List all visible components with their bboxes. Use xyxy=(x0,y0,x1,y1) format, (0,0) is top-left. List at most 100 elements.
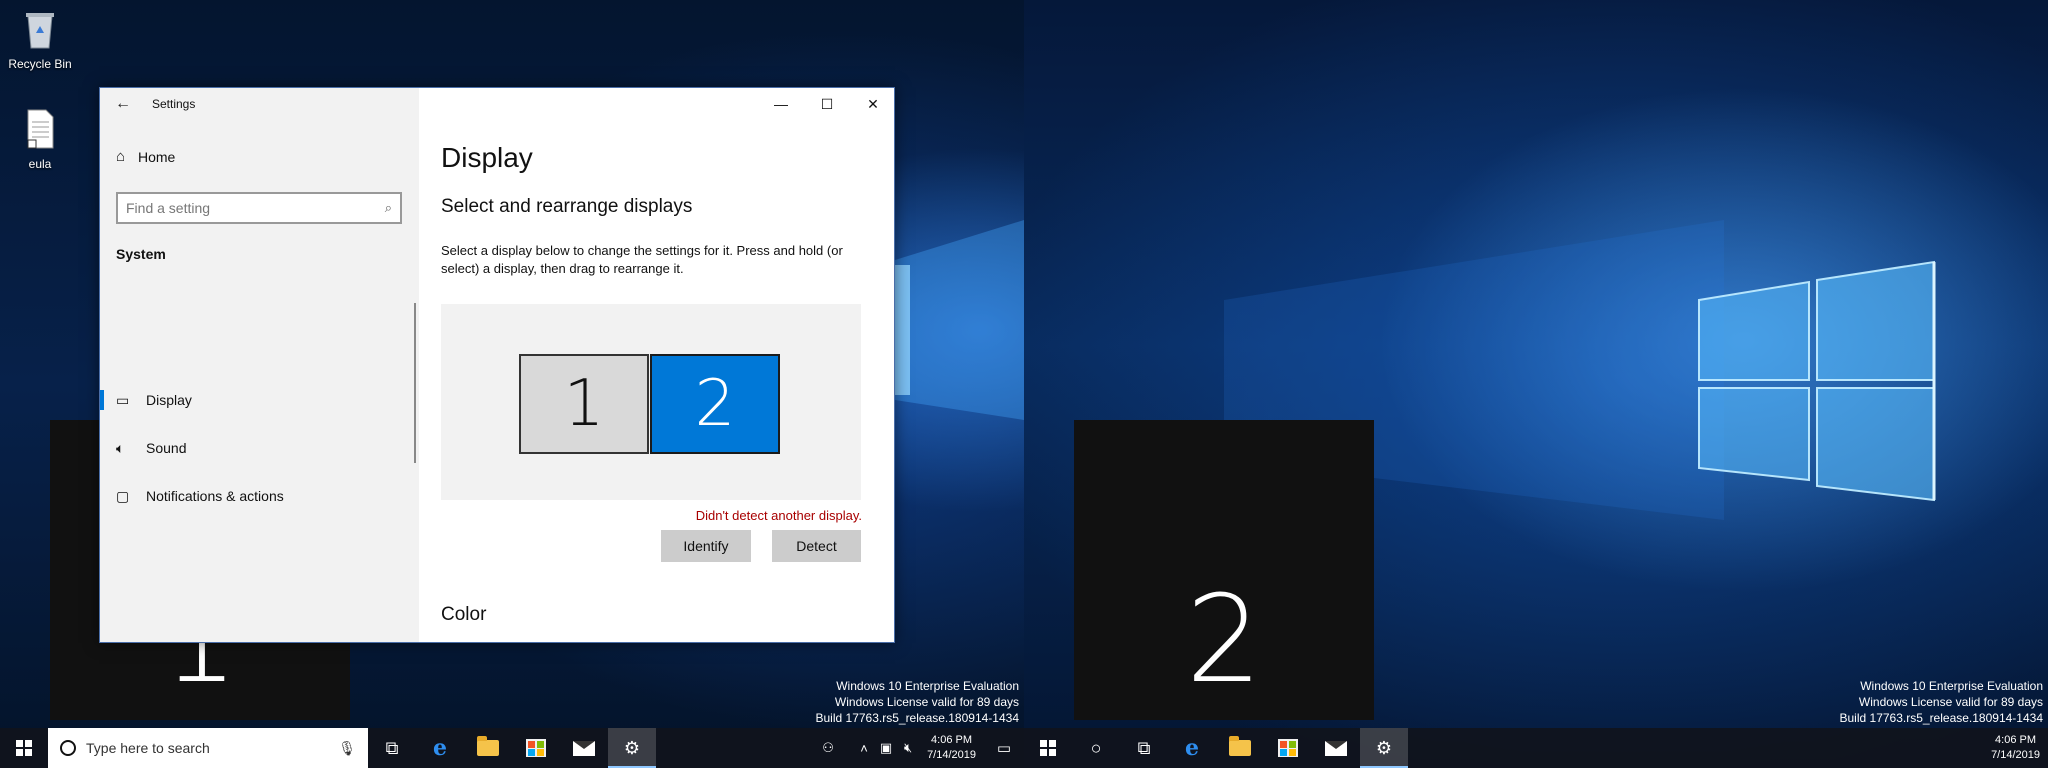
mail-icon xyxy=(573,740,595,756)
desktop-icon-label: Recycle Bin xyxy=(8,57,72,71)
system-tray-2: 4:06 PM 7/14/2019 xyxy=(1983,728,2048,768)
display-arrangement-area[interactable]: 1 2 xyxy=(441,304,861,500)
back-button[interactable]: ← xyxy=(100,88,146,120)
sidebar-item-label: Display xyxy=(146,392,192,408)
store-icon xyxy=(526,739,546,757)
edge-icon: e xyxy=(1185,735,1199,761)
settings-content: — ☐ ✕ Display Select and rearrange displ… xyxy=(419,88,895,642)
sidebar-scrollbar[interactable] xyxy=(414,303,416,463)
network-icon[interactable]: ▣ xyxy=(875,740,897,756)
edge-taskbar-button-2[interactable]: e xyxy=(1168,728,1216,768)
watermark-line: Build 17763.rs5_release.180914-1434 xyxy=(815,711,1020,725)
taskbar-clock-2[interactable]: 4:06 PM 7/14/2019 xyxy=(1983,733,2048,763)
cortana-icon xyxy=(60,740,76,756)
recycle-bin-icon xyxy=(26,13,54,49)
section-subtitle: Select and rearrange displays xyxy=(441,196,693,217)
desktop-icon-label: eula xyxy=(28,157,52,171)
monitor-icon: ▭ xyxy=(116,391,130,408)
file-explorer-taskbar-button[interactable] xyxy=(464,728,512,768)
task-view-button[interactable]: ⧉ xyxy=(368,728,416,768)
home-icon: ⌂ xyxy=(116,148,126,165)
sidebar-item-sound[interactable]: 🔈︎ Sound xyxy=(100,428,419,468)
close-button[interactable]: ✕ xyxy=(850,88,894,120)
clock-time: 4:06 PM xyxy=(931,734,973,746)
document-icon xyxy=(27,109,54,149)
section-heading: System xyxy=(116,246,166,262)
clock-date: 7/14/2019 xyxy=(1991,749,2040,761)
sidebar-item-label: Notifications & actions xyxy=(146,488,284,504)
settings-taskbar-button[interactable]: ⚙ xyxy=(608,728,656,768)
maximize-icon: ☐ xyxy=(820,95,834,112)
windows-logo-icon xyxy=(16,740,32,756)
taskbar-search-placeholder: Type here to search xyxy=(86,740,210,756)
sidebar-item-notifications[interactable]: ▢ Notifications & actions xyxy=(100,476,419,516)
close-icon: ✕ xyxy=(867,95,879,112)
mail-taskbar-button-2[interactable] xyxy=(1312,728,1360,768)
action-center-icon[interactable]: ▭ xyxy=(984,739,1024,757)
license-watermark-right: Windows 10 Enterprise Evaluation Windows… xyxy=(1840,678,2044,726)
taskbar-search-box[interactable]: Type here to search 🎙︎ xyxy=(48,728,368,768)
taskbar-monitor-1: Type here to search 🎙︎ ⧉ e ⚙ ⚇ ˄ ▣ 🔇︎ 4:… xyxy=(0,728,1024,768)
detect-button[interactable]: Detect xyxy=(772,530,861,562)
chevron-up-icon[interactable]: ˄ xyxy=(853,741,875,756)
maximize-button[interactable]: ☐ xyxy=(804,88,850,120)
display-tile-2[interactable]: 2 xyxy=(650,354,780,454)
taskbar-clock[interactable]: 4:06 PM 7/14/2019 xyxy=(919,733,984,763)
minimize-icon: — xyxy=(774,96,788,112)
clock-date: 7/14/2019 xyxy=(927,749,976,761)
watermark-line: Build 17763.rs5_release.180914-1434 xyxy=(1839,711,2044,725)
task-view-icon: ⧉ xyxy=(1137,737,1151,758)
desktop-icon-eula[interactable]: eula xyxy=(2,108,78,171)
back-arrow-icon: ← xyxy=(115,95,131,112)
detect-error-message: Didn't detect another display. xyxy=(695,508,862,523)
search-icon: ⌕ xyxy=(384,200,392,215)
settings-search-input[interactable] xyxy=(126,200,385,216)
page-title: Display xyxy=(441,142,533,173)
settings-search[interactable]: ⌕ xyxy=(116,192,402,224)
title-bar[interactable]: ← Settings xyxy=(100,88,419,120)
watermark-line: Windows License valid for 89 days xyxy=(1858,695,2043,709)
speaker-icon: 🔈︎ xyxy=(116,439,125,456)
home-nav-item[interactable]: ⌂ Home xyxy=(116,148,175,165)
store-icon xyxy=(1278,739,1298,757)
watermark-line: Windows 10 Enterprise Evaluation xyxy=(1860,679,2043,693)
task-view-button-2[interactable]: ⧉ xyxy=(1120,728,1168,768)
settings-taskbar-button-2[interactable]: ⚙ xyxy=(1360,728,1408,768)
gear-icon: ⚙ xyxy=(623,737,641,758)
start-button[interactable] xyxy=(0,728,48,768)
display-tile-1[interactable]: 1 xyxy=(519,354,649,454)
sidebar-item-label: Sound xyxy=(146,440,187,456)
file-explorer-taskbar-button-2[interactable] xyxy=(1216,728,1264,768)
sidebar-item-display[interactable]: ▭ Display xyxy=(100,380,419,420)
window-title: Settings xyxy=(152,97,196,111)
edge-taskbar-button[interactable]: e xyxy=(416,728,464,768)
license-watermark-left: Windows 10 Enterprise Evaluation Windows… xyxy=(816,678,1020,726)
identify-overlay-2: 2 xyxy=(1074,420,1374,720)
store-taskbar-button-2[interactable] xyxy=(1264,728,1312,768)
content-scrollbar[interactable] xyxy=(894,198,895,328)
store-taskbar-button[interactable] xyxy=(512,728,560,768)
window-controls: — ☐ ✕ xyxy=(758,88,894,120)
people-icon[interactable]: ⚇ xyxy=(817,740,839,756)
folder-icon xyxy=(1229,736,1251,756)
microphone-icon[interactable]: 🎙︎ xyxy=(338,740,356,757)
mail-taskbar-button[interactable] xyxy=(560,728,608,768)
task-view-icon: ⧉ xyxy=(385,737,399,758)
cortana-icon: ○ xyxy=(1090,737,1102,758)
start-button-2[interactable] xyxy=(1024,728,1072,768)
identify-button[interactable]: Identify xyxy=(661,530,751,562)
volume-muted-icon[interactable]: 🔇︎ xyxy=(897,740,919,756)
cortana-button[interactable]: ○ xyxy=(1072,728,1120,768)
notification-icon: ▢ xyxy=(116,487,130,504)
edge-icon: e xyxy=(433,735,447,761)
minimize-button[interactable]: — xyxy=(758,88,804,120)
gear-icon: ⚙ xyxy=(1375,737,1393,758)
watermark-line: Windows 10 Enterprise Evaluation xyxy=(836,679,1019,693)
clock-time: 4:06 PM xyxy=(1995,734,2037,746)
home-label: Home xyxy=(138,148,176,165)
desktop-icon-recycle-bin[interactable]: Recycle Bin xyxy=(2,8,78,71)
settings-sidebar: ← Settings ⌂ Home ⌕ System ▭ Display 🔈︎ … xyxy=(100,88,419,642)
system-tray: ⚇ ˄ ▣ 🔇︎ 4:06 PM 7/14/2019 ▭ xyxy=(817,728,1024,768)
description-text: Select a display below to change the set… xyxy=(441,243,843,276)
watermark-line: Windows License valid for 89 days xyxy=(834,695,1019,709)
